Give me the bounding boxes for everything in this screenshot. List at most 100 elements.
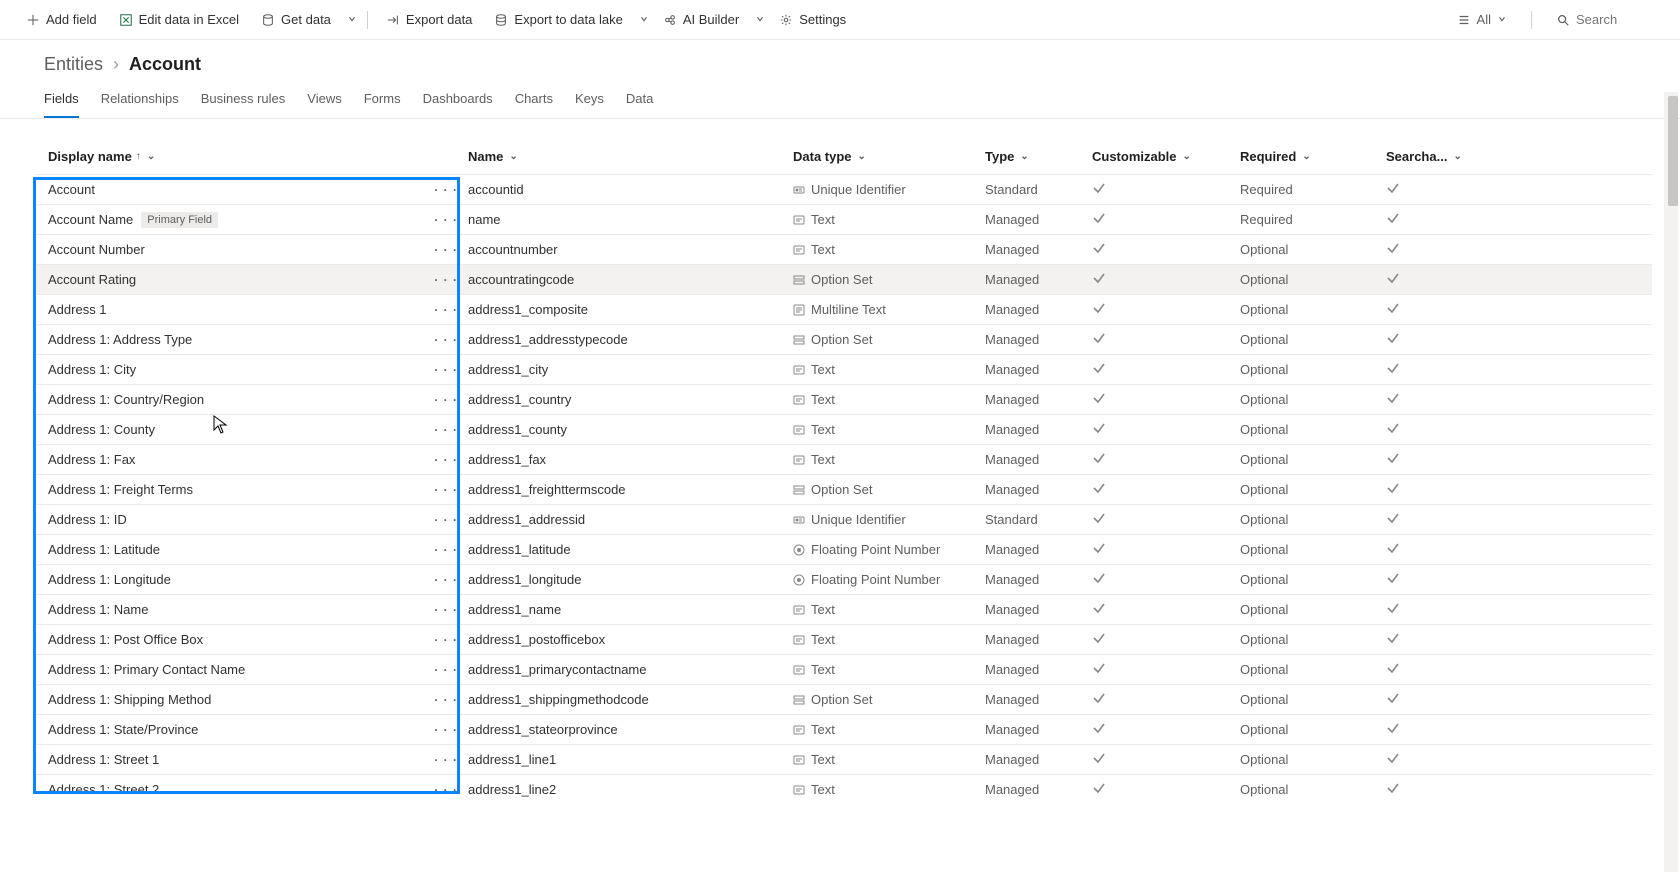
row-more-icon[interactable]: · · ·: [434, 483, 458, 497]
search-box[interactable]: [1550, 8, 1662, 31]
table-row[interactable]: Address 1: County· · ·address1_countyTex…: [36, 414, 1652, 444]
tab-forms[interactable]: Forms: [364, 83, 401, 118]
tab-charts[interactable]: Charts: [515, 83, 553, 118]
row-more-icon[interactable]: · · ·: [434, 243, 458, 257]
cell-required: Optional: [1240, 242, 1386, 257]
field-display-name: Address 1: County: [48, 422, 155, 437]
cell-datatype: Text: [793, 782, 985, 797]
table-row[interactable]: Address 1: Latitude· · ·address1_latitud…: [36, 534, 1652, 564]
table-row[interactable]: Address 1: Country/Region· · ·address1_c…: [36, 384, 1652, 414]
row-more-icon[interactable]: · · ·: [434, 573, 458, 587]
table-row[interactable]: Address 1: Primary Contact Name· · ·addr…: [36, 654, 1652, 684]
cell-required: Optional: [1240, 332, 1386, 347]
row-more-icon[interactable]: · · ·: [434, 753, 458, 767]
row-more-icon[interactable]: · · ·: [434, 363, 458, 377]
col-required[interactable]: Required ⌄: [1240, 149, 1386, 164]
ai-builder-button[interactable]: AI Builder: [655, 8, 747, 31]
float-icon: [793, 544, 805, 556]
tab-data[interactable]: Data: [626, 83, 653, 118]
cell-datatype: Text: [793, 602, 985, 617]
row-more-icon[interactable]: · · ·: [434, 513, 458, 527]
table-row[interactable]: Address 1: Longitude· · ·address1_longit…: [36, 564, 1652, 594]
cell-display-name: Account· · ·: [48, 182, 468, 197]
row-more-icon[interactable]: · · ·: [434, 633, 458, 647]
cell-searchable: [1386, 751, 1466, 768]
vertical-scrollbar-thumb[interactable]: [1668, 96, 1678, 206]
export-lake-label: Export to data lake: [514, 12, 622, 27]
row-more-icon[interactable]: · · ·: [434, 453, 458, 467]
vertical-scrollbar-track[interactable]: [1664, 92, 1678, 872]
export-data-button[interactable]: Export data: [378, 8, 481, 31]
row-more-icon[interactable]: · · ·: [434, 183, 458, 197]
cell-name: address1_fax: [468, 452, 793, 467]
col-display-name[interactable]: Display name ↑ ⌄: [48, 149, 468, 164]
tab-fields[interactable]: Fields: [44, 83, 79, 118]
table-row[interactable]: Address 1: Fax· · ·address1_faxTextManag…: [36, 444, 1652, 474]
datatype-label: Text: [811, 662, 835, 677]
settings-button[interactable]: Settings: [771, 8, 854, 31]
cell-name: address1_stateorprovince: [468, 722, 793, 737]
get-data-button[interactable]: Get data: [253, 8, 339, 31]
row-more-icon[interactable]: · · ·: [434, 693, 458, 707]
table-row[interactable]: Account NamePrimary Field· · ·nameTextMa…: [36, 204, 1652, 234]
row-more-icon[interactable]: · · ·: [434, 723, 458, 737]
table-row[interactable]: Address 1: Shipping Method· · ·address1_…: [36, 684, 1652, 714]
row-more-icon[interactable]: · · ·: [434, 393, 458, 407]
row-more-icon[interactable]: · · ·: [434, 783, 458, 797]
table-row[interactable]: Address 1· · ·address1_compositeMultilin…: [36, 294, 1652, 324]
chevron-down-icon[interactable]: [755, 12, 765, 27]
cell-customizable: [1092, 331, 1240, 348]
table-row[interactable]: Address 1: Street 2· · ·address1_line2Te…: [36, 774, 1652, 804]
cell-customizable: [1092, 481, 1240, 498]
row-more-icon[interactable]: · · ·: [434, 273, 458, 287]
row-more-icon[interactable]: · · ·: [434, 603, 458, 617]
tab-relationships[interactable]: Relationships: [101, 83, 179, 118]
tab-business-rules[interactable]: Business rules: [201, 83, 286, 118]
table-row[interactable]: Address 1: State/Province· · ·address1_s…: [36, 714, 1652, 744]
row-more-icon[interactable]: · · ·: [434, 303, 458, 317]
col-searchable[interactable]: Searcha... ⌄: [1386, 149, 1466, 164]
cell-searchable: [1386, 721, 1466, 738]
row-more-icon[interactable]: · · ·: [434, 213, 458, 227]
tab-views[interactable]: Views: [307, 83, 341, 118]
cell-customizable: [1092, 721, 1240, 738]
breadcrumb-root[interactable]: Entities: [44, 54, 103, 75]
col-name[interactable]: Name ⌄: [468, 149, 793, 164]
col-customizable[interactable]: Customizable ⌄: [1092, 149, 1240, 164]
table-row[interactable]: Account Number· · ·accountnumberTextMana…: [36, 234, 1652, 264]
row-more-icon[interactable]: · · ·: [434, 543, 458, 557]
col-type[interactable]: Type ⌄: [985, 149, 1092, 164]
table-row[interactable]: Account Rating· · ·accountratingcodeOpti…: [36, 264, 1652, 294]
cell-name: accountid: [468, 182, 793, 197]
cell-datatype: Text: [793, 722, 985, 737]
cell-datatype: Text: [793, 632, 985, 647]
export-lake-button[interactable]: Export to data lake: [486, 8, 630, 31]
fields-table-wrap: Display name ↑ ⌄ Name ⌄ Data type ⌄ Type…: [0, 119, 1680, 869]
table-row[interactable]: Account· · ·accountidUnique IdentifierSt…: [36, 174, 1652, 204]
tab-keys[interactable]: Keys: [575, 83, 604, 118]
table-row[interactable]: Address 1: Freight Terms· · ·address1_fr…: [36, 474, 1652, 504]
table-row[interactable]: Address 1: Address Type· · ·address1_add…: [36, 324, 1652, 354]
cell-datatype: Unique Identifier: [793, 512, 985, 527]
cell-type: Managed: [985, 242, 1092, 257]
field-display-name: Address 1: Latitude: [48, 542, 160, 557]
view-filter-dropdown[interactable]: All: [1451, 8, 1513, 31]
tab-dashboards[interactable]: Dashboards: [423, 83, 493, 118]
table-row[interactable]: Address 1: Name· · ·address1_nameTextMan…: [36, 594, 1652, 624]
search-input[interactable]: [1576, 12, 1656, 27]
table-row[interactable]: Address 1: Post Office Box· · ·address1_…: [36, 624, 1652, 654]
chevron-down-icon: ⌄: [1020, 151, 1028, 162]
chevron-down-icon: ⌄: [858, 151, 866, 162]
chevron-down-icon[interactable]: [347, 12, 357, 27]
row-more-icon[interactable]: · · ·: [434, 423, 458, 437]
edit-excel-button[interactable]: Edit data in Excel: [111, 8, 247, 31]
col-datatype[interactable]: Data type ⌄: [793, 149, 985, 164]
field-display-name: Address 1: [48, 302, 107, 317]
row-more-icon[interactable]: · · ·: [434, 663, 458, 677]
row-more-icon[interactable]: · · ·: [434, 333, 458, 347]
chevron-down-icon[interactable]: [639, 12, 649, 27]
table-row[interactable]: Address 1: Street 1· · ·address1_line1Te…: [36, 744, 1652, 774]
table-row[interactable]: Address 1: City· · ·address1_cityTextMan…: [36, 354, 1652, 384]
table-row[interactable]: Address 1: ID· · ·address1_addressidUniq…: [36, 504, 1652, 534]
add-field-button[interactable]: Add field: [18, 8, 105, 31]
